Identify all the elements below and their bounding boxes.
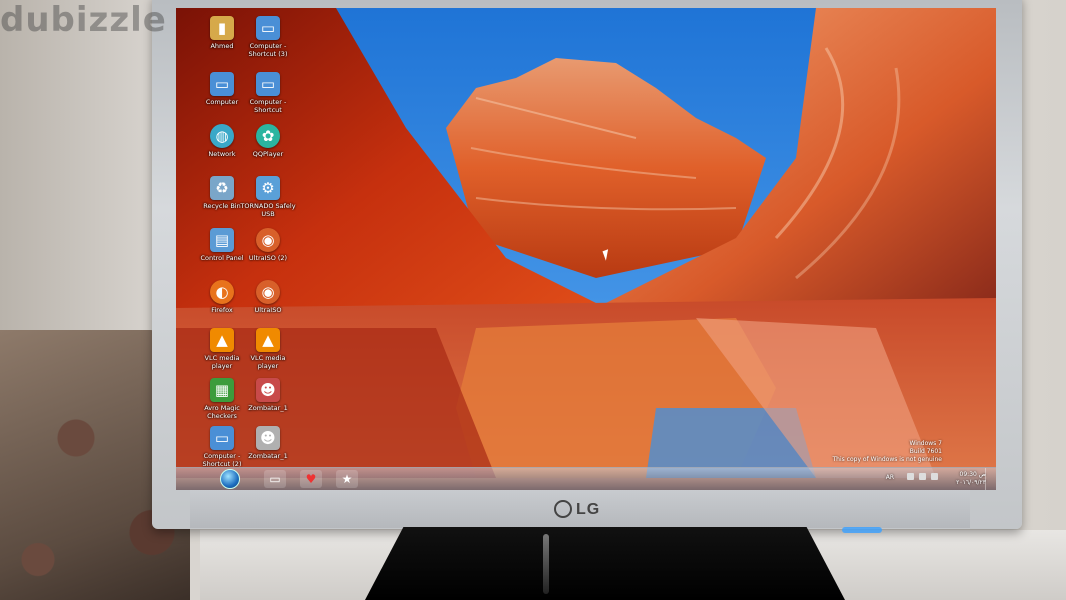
desktop-icon[interactable]: ☻ Zombatar_1 xyxy=(240,378,296,412)
control-panel-icon: ▤ xyxy=(210,228,234,252)
desktop-icons: ▮ Ahmed ▭ Computer - Shortcut (3) ▭ Compute… xyxy=(194,12,314,472)
network-tray-icon[interactable] xyxy=(919,473,926,480)
monitor-stand xyxy=(365,527,845,600)
desktop-icon[interactable]: ▭ Computer - Shortcut (3) xyxy=(240,16,296,58)
disc-icon: ◉ xyxy=(256,280,280,304)
language-indicator[interactable]: AR xyxy=(886,474,894,482)
vlc-cone-icon: ▲ xyxy=(210,328,234,352)
stand-highlight xyxy=(543,534,549,594)
zombie-icon: ☻ xyxy=(256,426,280,450)
explorer-icon[interactable]: ▭ xyxy=(264,470,286,488)
desktop-icon[interactable]: ◉ UltraISO xyxy=(240,280,296,314)
firefox-icon: ◐ xyxy=(210,280,234,304)
system-tray: AR 09:30 ص ٢٠١٦/٠٩/٢٣ xyxy=(836,471,986,489)
recycle-bin-icon: ♻ xyxy=(210,176,234,200)
taskbar: ▭ ♥ ★ AR 09:30 ص ٢٠١٦/٠٩/٢٣ xyxy=(176,467,996,490)
volume-icon[interactable] xyxy=(931,473,938,480)
start-button[interactable] xyxy=(220,469,240,489)
network-icon: ◍ xyxy=(210,124,234,148)
star-app-icon[interactable]: ★ xyxy=(336,470,358,488)
computer-icon: ▭ xyxy=(210,426,234,450)
zombie-icon: ☻ xyxy=(256,378,280,402)
flag-icon[interactable] xyxy=(907,473,914,480)
windows-watermark: Windows 7 Build 7601 This copy of Window… xyxy=(832,440,943,463)
checkers-icon: ▦ xyxy=(210,378,234,402)
desktop-icon[interactable]: ⚙ TORNADO Safely USB xyxy=(240,176,296,218)
power-led xyxy=(842,527,882,533)
disc-icon: ◉ xyxy=(256,228,280,252)
usb-icon: ⚙ xyxy=(256,176,280,200)
computer-icon: ▭ xyxy=(256,72,280,96)
clock[interactable]: 09:30 ص ٢٠١٦/٠٩/٢٣ xyxy=(950,471,986,487)
lg-logo-icon xyxy=(554,500,572,518)
site-watermark: dubizzle xyxy=(0,0,167,40)
desktop-icon[interactable]: ☻ Zombatar_1 xyxy=(240,426,296,460)
computer-icon: ▭ xyxy=(210,72,234,96)
app-icon[interactable]: ♥ xyxy=(300,470,322,488)
user-folder-icon: ▮ xyxy=(210,16,234,40)
computer-icon: ▭ xyxy=(256,16,280,40)
qqplayer-icon: ✿ xyxy=(256,124,280,148)
desktop-icon[interactable]: ▲ VLC media player xyxy=(240,328,296,370)
desktop-icon[interactable]: ✿ QQPlayer xyxy=(240,124,296,158)
desktop-screen: ▮ Ahmed ▭ Computer - Shortcut (3) ▭ Compute… xyxy=(176,8,996,490)
vlc-cone-icon: ▲ xyxy=(256,328,280,352)
desktop-icon[interactable]: ▭ Computer - Shortcut xyxy=(240,72,296,114)
monitor-logo: LG xyxy=(554,500,600,519)
show-desktop-button[interactable] xyxy=(985,468,996,490)
desktop-icon[interactable]: ◉ UltraISO (2) xyxy=(240,228,296,262)
